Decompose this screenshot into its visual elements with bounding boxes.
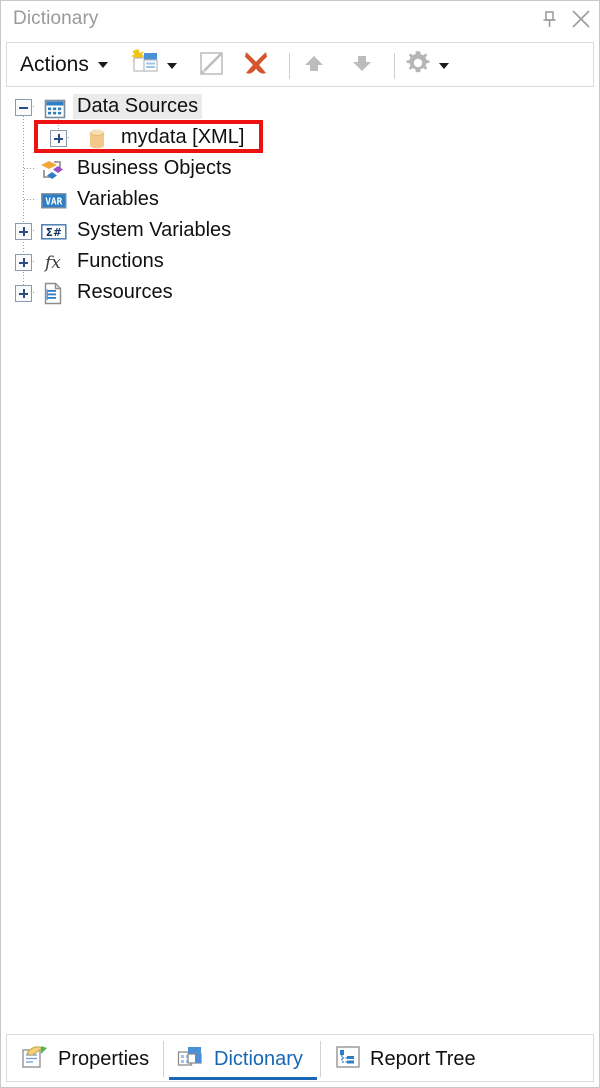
tab-separator <box>163 1041 164 1077</box>
expand-toggle-system-variables[interactable] <box>15 223 32 240</box>
tree-node-label: Variables <box>77 188 159 210</box>
toolbar-separator <box>289 53 290 79</box>
tree-node-resources[interactable]: Resources <box>1 277 177 308</box>
tab-properties[interactable]: Properties <box>13 1038 157 1080</box>
tree-node-label: System Variables <box>77 219 232 241</box>
chevron-down-icon <box>167 62 177 69</box>
expand-toggle-resources[interactable] <box>15 285 32 302</box>
tree-node-label: mydata [XML] <box>121 126 245 148</box>
collapse-toggle-data-sources[interactable] <box>15 99 32 116</box>
pin-icon[interactable] <box>535 5 563 33</box>
report-tree-icon <box>335 1044 361 1075</box>
tree-node-label: Functions <box>77 250 164 272</box>
svg-text:Σ#: Σ# <box>46 227 62 239</box>
close-icon[interactable] <box>567 5 595 33</box>
tab-label: Report Tree <box>370 1047 476 1070</box>
tree-node-label: Data Sources <box>73 94 203 119</box>
chevron-down-icon <box>97 62 108 68</box>
tree-node-label: Business Objects <box>77 157 232 179</box>
settings-button[interactable] <box>403 48 449 83</box>
arrow-up-icon <box>300 49 328 82</box>
tree-node-functions[interactable]: fx Functions <box>1 246 168 277</box>
tree-node-system-variables[interactable]: Σ# System Variables <box>1 215 235 246</box>
expand-toggle-mydata[interactable] <box>50 130 67 147</box>
dictionary-icon <box>177 1044 205 1075</box>
tab-label: Properties <box>58 1047 150 1070</box>
edit-button[interactable] <box>198 48 226 83</box>
move-down-button[interactable] <box>348 48 376 83</box>
arrow-down-icon <box>348 49 376 82</box>
chevron-down-icon <box>439 62 449 69</box>
tab-label: Dictionary <box>214 1047 303 1070</box>
data-sources-table-icon <box>44 98 66 125</box>
tree-node-business-objects[interactable]: Business Objects <box>1 153 236 184</box>
new-data-source-icon <box>131 48 161 83</box>
active-tab-indicator <box>169 1077 317 1080</box>
dictionary-tree[interactable]: Data Sources mydata [XML] Business Objec… <box>1 89 599 1029</box>
gear-icon <box>403 48 433 83</box>
edit-pencil-icon <box>198 49 226 82</box>
toolbar: Actions <box>6 42 594 87</box>
move-up-button[interactable] <box>300 48 328 83</box>
delete-x-icon <box>241 48 271 83</box>
svg-text:fx: fx <box>43 253 61 273</box>
variables-var-icon: VAR <box>41 193 69 214</box>
resources-document-icon <box>43 282 65 311</box>
delete-button[interactable] <box>241 48 271 83</box>
tree-node-mydata[interactable]: mydata [XML] <box>1 122 248 153</box>
system-variables-sigma-icon: Σ# <box>41 224 69 245</box>
functions-fx-icon: fx <box>43 249 69 280</box>
tab-dictionary[interactable]: Dictionary <box>169 1038 311 1080</box>
toolbar-separator <box>394 53 395 79</box>
tree-node-data-sources[interactable]: Data Sources <box>1 91 203 125</box>
titlebar: Dictionary <box>1 1 599 37</box>
panel-title: Dictionary <box>13 8 99 29</box>
svg-text:VAR: VAR <box>45 197 62 208</box>
dictionary-panel: Dictionary Actions Data Sources mydata [… <box>0 0 600 1088</box>
actions-label: Actions <box>20 53 89 76</box>
properties-icon <box>21 1043 49 1076</box>
panel-tabbar: Properties Dictionary Report Tree <box>6 1034 594 1082</box>
tree-node-label: Resources <box>77 281 173 303</box>
tree-node-variables[interactable]: VAR Variables <box>1 184 163 215</box>
tab-separator <box>320 1041 321 1077</box>
tab-report-tree[interactable]: Report Tree <box>327 1038 484 1080</box>
new-item-button[interactable] <box>131 48 177 83</box>
xml-database-cylinder-icon <box>85 127 109 156</box>
actions-button[interactable]: Actions <box>14 49 114 81</box>
expand-toggle-functions[interactable] <box>15 254 32 271</box>
